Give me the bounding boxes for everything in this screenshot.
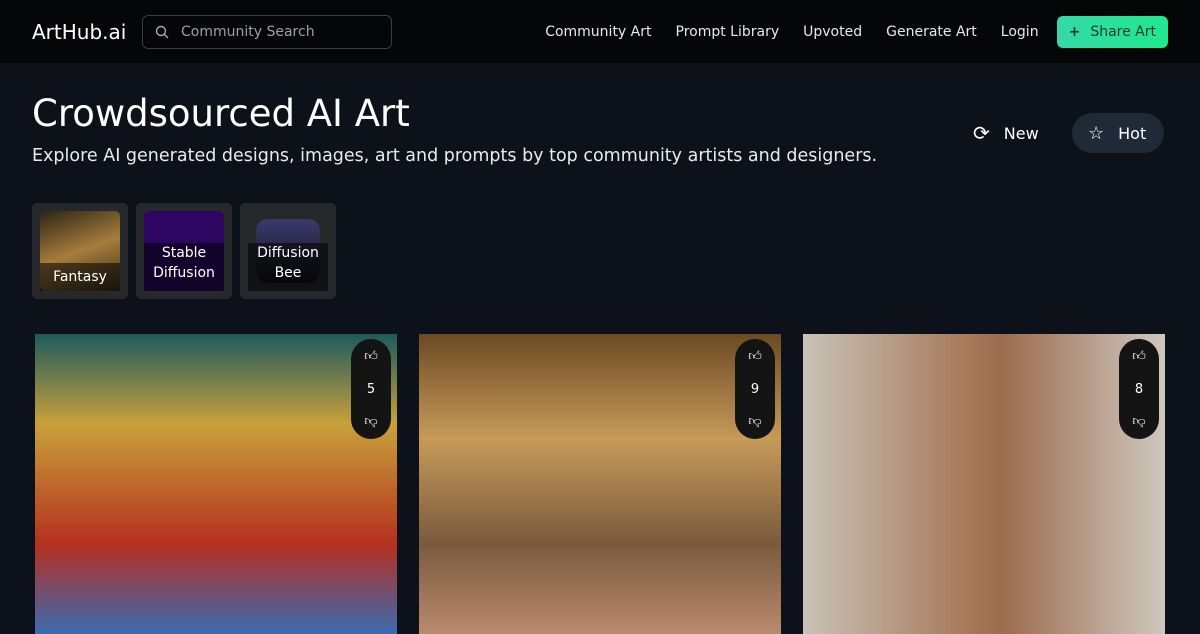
vote-count: 8 xyxy=(1134,381,1144,397)
category-fantasy[interactable]: Fantasy xyxy=(32,203,128,299)
logo[interactable]: ArtHub.ai xyxy=(32,20,126,44)
vote-count: 9 xyxy=(750,381,760,397)
sort-new-label: New xyxy=(1003,123,1039,143)
category-stable-diffusion[interactable]: Stable Diffusion xyxy=(136,203,232,299)
category-diffusion-bee[interactable]: Diffusion Bee xyxy=(240,203,336,299)
category-label: Stable Diffusion xyxy=(144,243,224,291)
vote-panel: 👍︎ 9 👎︎ xyxy=(735,339,775,439)
vote-count: 5 xyxy=(366,381,376,397)
category-label: Diffusion Bee xyxy=(248,243,328,291)
share-art-button[interactable]: + Share Art xyxy=(1056,15,1168,48)
sort-new-button[interactable]: ⟳ New xyxy=(957,113,1055,153)
star-icon: ☆ xyxy=(1088,122,1105,144)
thumbs-down-icon[interactable]: 👎︎ xyxy=(364,414,377,429)
top-nav: ArtHub.ai Community Search Community Art… xyxy=(0,0,1200,63)
art-card[interactable]: 👍︎ 8 👎︎ xyxy=(803,334,1165,634)
thumbs-up-icon[interactable]: 👍︎ xyxy=(364,349,378,364)
thumbs-down-icon[interactable]: 👎︎ xyxy=(748,414,761,429)
nav-upvoted[interactable]: Upvoted xyxy=(803,24,862,40)
sort-hot-button[interactable]: ☆ Hot xyxy=(1072,113,1164,153)
search-input[interactable]: Community Search xyxy=(142,15,392,49)
art-card[interactable]: 👍︎ 5 👎︎ xyxy=(35,334,397,634)
art-card[interactable]: 👍︎ 9 👎︎ xyxy=(419,334,781,634)
share-label: Share Art xyxy=(1090,23,1156,40)
thumbs-up-icon[interactable]: 👍︎ xyxy=(748,349,762,364)
search-icon xyxy=(155,25,169,39)
thumbs-down-icon[interactable]: 👎︎ xyxy=(1132,414,1145,429)
nav-generate-art[interactable]: Generate Art xyxy=(886,24,977,40)
sort-hot-label: Hot xyxy=(1118,123,1147,143)
refresh-icon: ⟳ xyxy=(973,121,990,145)
page-title: Crowdsourced AI Art xyxy=(32,92,410,135)
vote-panel: 👍︎ 8 👎︎ xyxy=(1119,339,1159,439)
plus-icon: + xyxy=(1068,23,1081,40)
search-placeholder: Community Search xyxy=(181,24,315,40)
nav-login[interactable]: Login xyxy=(1001,24,1039,40)
nav-prompt-library[interactable]: Prompt Library xyxy=(676,24,780,40)
thumbs-up-icon[interactable]: 👍︎ xyxy=(1132,349,1146,364)
category-label: Fantasy xyxy=(40,263,120,291)
nav-community-art[interactable]: Community Art xyxy=(545,24,651,40)
vote-panel: 👍︎ 5 👎︎ xyxy=(351,339,391,439)
page-subtitle: Explore AI generated designs, images, ar… xyxy=(32,146,878,166)
